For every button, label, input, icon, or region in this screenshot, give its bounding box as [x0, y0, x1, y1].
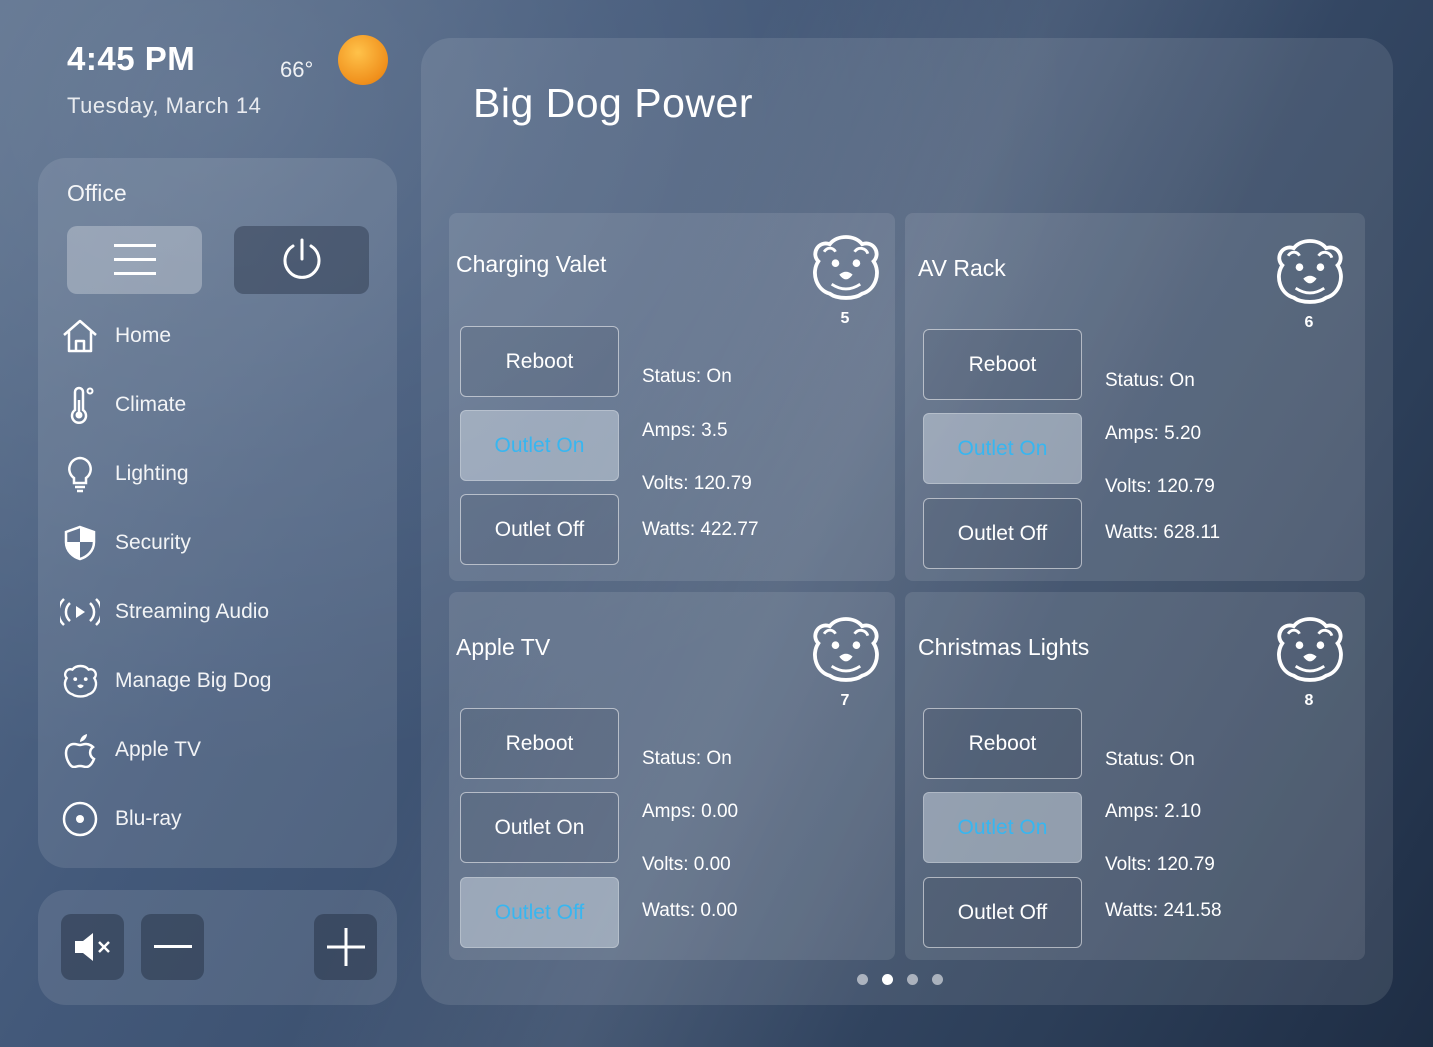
outlet-off-button[interactable]: Outlet Off	[460, 494, 619, 565]
minus-icon	[153, 945, 192, 948]
outlet-off-button[interactable]: Outlet Off	[460, 877, 619, 948]
home-icon	[60, 316, 100, 356]
sidebar-item-label: Climate	[115, 393, 187, 416]
sidebar-item-label: Apple TV	[115, 738, 201, 761]
outlet-card: Apple TV 7 Reboot Outlet On Outlet Off S…	[449, 592, 895, 960]
bulldog-icon	[1277, 617, 1343, 682]
outlet-card: Christmas Lights 8 Reboot Outlet On Outl…	[905, 592, 1365, 960]
sidebar-item-blu-ray[interactable]: Blu-ray	[60, 794, 380, 844]
outlet-number: 5	[840, 310, 850, 327]
outlet-on-button[interactable]: Outlet On	[923, 413, 1082, 484]
mute-icon	[74, 933, 110, 961]
status-label: Status: On	[642, 748, 732, 769]
reboot-button[interactable]: Reboot	[923, 329, 1082, 400]
clock-time: 4:45 PM	[67, 40, 196, 77]
bulldog-icon	[813, 235, 879, 300]
outlet-off-button[interactable]: Outlet Off	[923, 877, 1082, 948]
reboot-button[interactable]: Reboot	[460, 708, 619, 779]
outlet-on-button[interactable]: Outlet On	[923, 792, 1082, 863]
watts-label: Watts: 422.77	[642, 519, 759, 540]
volts-label: Volts: 120.79	[642, 473, 752, 494]
room-title: Office	[67, 180, 127, 206]
amps-label: Amps: 3.5	[642, 420, 728, 441]
reboot-button[interactable]: Reboot	[460, 326, 619, 397]
volume-panel	[38, 890, 397, 1005]
sidebar-item-manage-big-dog[interactable]: Manage Big Dog	[60, 656, 380, 706]
sidebar-item-label: Blu-ray	[115, 807, 182, 830]
volume-down-button[interactable]	[141, 914, 204, 980]
bulldog-icon	[1277, 239, 1343, 304]
volume-up-button[interactable]	[314, 914, 377, 980]
sidebar: Office Home Climate Lighting Security St…	[38, 158, 397, 868]
lightbulb-icon	[60, 454, 100, 494]
shield-icon	[60, 523, 100, 563]
sidebar-item-label: Manage Big Dog	[115, 669, 272, 692]
amps-label: Amps: 2.10	[1105, 801, 1202, 822]
hamburger-menu-icon	[113, 244, 156, 275]
bulldog-icon	[60, 661, 100, 701]
menu-button[interactable]	[67, 226, 202, 294]
outlet-card: AV Rack 6 Reboot Outlet On Outlet Off St…	[905, 213, 1365, 581]
outlet-number: 6	[1304, 314, 1314, 331]
page-dot[interactable]	[932, 974, 943, 985]
sun-icon	[338, 35, 388, 85]
date-label: Tuesday, March 14	[67, 93, 262, 118]
sidebar-item-home[interactable]: Home	[60, 311, 380, 361]
outlet-on-button[interactable]: Outlet On	[460, 792, 619, 863]
outlet-name: Christmas Lights	[918, 634, 1090, 660]
amps-label: Amps: 0.00	[642, 801, 739, 822]
page-dot-current[interactable]	[882, 974, 893, 985]
status-label: Status: On	[1105, 370, 1195, 391]
outlet-name: Charging Valet	[456, 251, 607, 277]
page-dot[interactable]	[857, 974, 868, 985]
plus-icon	[326, 928, 365, 966]
sidebar-item-label: Home	[115, 324, 172, 347]
page-title: Big Dog Power	[473, 80, 753, 126]
outlet-off-button[interactable]: Outlet Off	[923, 498, 1082, 569]
bulldog-icon	[813, 617, 879, 682]
outlet-on-button[interactable]: Outlet On	[460, 410, 619, 481]
volts-label: Volts: 0.00	[642, 854, 731, 875]
sidebar-item-streaming-audio[interactable]: Streaming Audio	[60, 587, 380, 637]
outlet-name: Apple TV	[456, 634, 551, 660]
page-dot[interactable]	[907, 974, 918, 985]
outlet-name: AV Rack	[918, 255, 1006, 281]
status-label: Status: On	[1105, 749, 1195, 770]
sidebar-item-label: Lighting	[115, 462, 189, 485]
reboot-button[interactable]: Reboot	[923, 708, 1082, 779]
sidebar-item-security[interactable]: Security	[60, 518, 380, 568]
sidebar-item-apple-tv[interactable]: Apple TV	[60, 725, 380, 775]
watts-label: Watts: 241.58	[1105, 900, 1222, 921]
amps-label: Amps: 5.20	[1105, 423, 1202, 444]
sidebar-item-lighting[interactable]: Lighting	[60, 449, 380, 499]
apple-icon	[60, 730, 100, 770]
mute-button[interactable]	[61, 914, 124, 980]
outlet-number: 8	[1304, 692, 1314, 709]
outlet-number: 7	[840, 692, 850, 709]
temperature: 66°	[280, 57, 314, 82]
status-label: Status: On	[642, 366, 732, 387]
volts-label: Volts: 120.79	[1105, 476, 1215, 497]
power-icon	[283, 238, 320, 279]
watts-label: Watts: 0.00	[642, 900, 738, 921]
volts-label: Volts: 120.79	[1105, 854, 1215, 875]
watts-label: Watts: 628.11	[1105, 522, 1221, 543]
broadcast-icon	[60, 592, 100, 632]
sidebar-item-label: Streaming Audio	[115, 600, 270, 623]
disc-icon	[60, 799, 100, 839]
page-indicator	[857, 974, 943, 985]
sidebar-item-label: Security	[115, 531, 191, 554]
power-button[interactable]	[234, 226, 369, 294]
main-panel: Big Dog Power Charging Valet 5 Reboot Ou…	[421, 38, 1393, 1005]
outlet-card: Charging Valet 5 Reboot Outlet On Outlet…	[449, 213, 895, 581]
sidebar-item-climate[interactable]: Climate	[60, 380, 380, 430]
thermometer-icon	[60, 385, 100, 425]
